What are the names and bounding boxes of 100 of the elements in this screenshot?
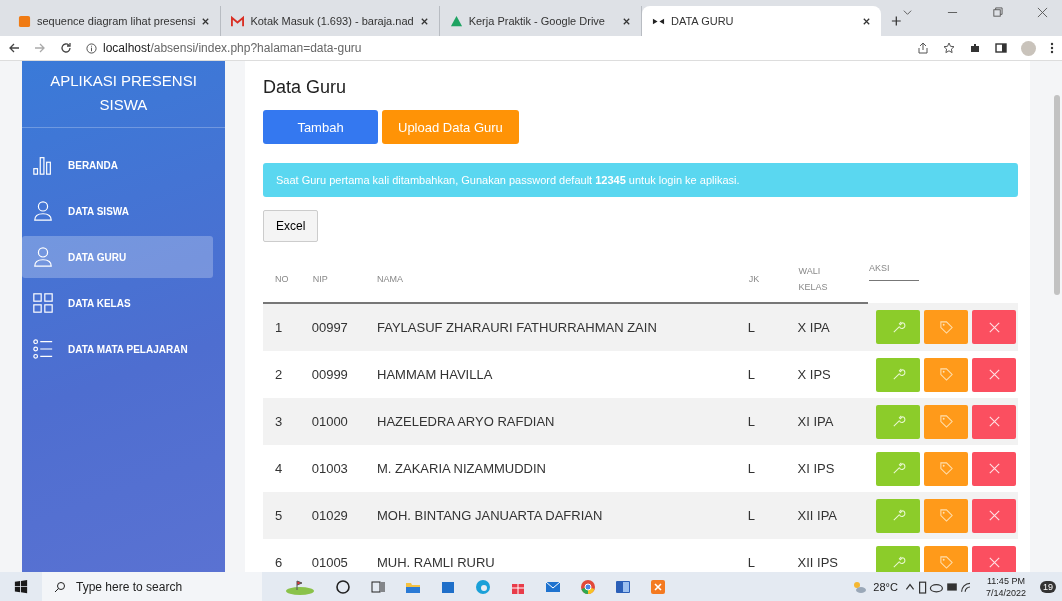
golf-drawing[interactable] <box>284 578 316 595</box>
tag-button[interactable] <box>924 404 969 439</box>
edit-button[interactable] <box>876 451 921 486</box>
back-arrow-icon[interactable] <box>8 42 20 54</box>
edit-button[interactable] <box>876 310 921 344</box>
edit-button[interactable] <box>876 404 921 439</box>
puzzle-icon[interactable] <box>969 42 981 54</box>
sidebar-item[interactable]: DATA SISWA <box>22 190 213 232</box>
edge-icon[interactable] <box>475 578 491 595</box>
info-alert: Saat Guru pertama kali ditambahkan, Gunakan password default 12345 untuk login ke aplikasi. <box>263 163 1018 197</box>
forward-arrow-icon[interactable] <box>34 42 46 54</box>
table-cell: L <box>747 367 755 382</box>
table-cell: MOH. BINTANG JANUARTA DAFRIAN <box>377 508 603 523</box>
delete-button[interactable] <box>972 545 1017 572</box>
search-icon <box>54 580 66 593</box>
tag-icon <box>938 319 954 335</box>
app-icon <box>18 14 31 28</box>
bar-chart-icon <box>32 154 54 176</box>
tag-icon <box>938 367 954 382</box>
excel-button[interactable]: Excel <box>263 210 319 242</box>
delete-button[interactable] <box>972 404 1017 439</box>
edit-button[interactable] <box>876 357 921 392</box>
browser-tab[interactable]: DATA GURU <box>642 6 882 36</box>
app-title: APLIKASI PRESENSI SISWA <box>22 61 225 128</box>
table-cell: HAMMAM HAVILLA <box>377 367 493 382</box>
menu-icon[interactable] <box>1050 42 1054 54</box>
table-cell: L <box>747 414 755 429</box>
star-icon[interactable] <box>943 42 955 54</box>
column-header: WALI KELAS <box>798 265 829 294</box>
table-cell: MUH. RAMLI RURU <box>377 555 495 570</box>
sidebar-item[interactable]: BERANDA <box>22 144 213 186</box>
grid-icon <box>32 292 54 314</box>
table-cell: 5 <box>275 508 283 523</box>
table-cell: L <box>747 320 755 335</box>
task-view-icon[interactable] <box>370 578 386 595</box>
share-icon[interactable] <box>917 42 929 54</box>
triangle-icon <box>449 14 463 28</box>
table-cell: XI IPS <box>797 461 835 476</box>
user-icon <box>32 246 54 268</box>
reload-icon[interactable] <box>60 42 72 54</box>
table-cell: L <box>747 508 755 523</box>
word-icon[interactable] <box>615 578 631 595</box>
windows-logo-icon[interactable] <box>14 579 28 594</box>
scrollbar-thumb[interactable] <box>1054 95 1060 295</box>
sidebar-icon[interactable] <box>995 42 1007 54</box>
column-header: AKSI <box>869 260 920 281</box>
close-icon[interactable] <box>622 16 631 26</box>
tag-icon <box>938 508 954 523</box>
sidebar-item[interactable]: DATA MATA PELAJARAN <box>22 328 213 370</box>
table-cell: L <box>747 555 755 570</box>
table-cell: 4 <box>275 461 283 476</box>
chrome-icon[interactable] <box>580 578 596 595</box>
address-field[interactable]: localhost/absensi/index.php?halaman=data-guru <box>86 38 903 58</box>
search-field[interactable]: Type here to search <box>42 572 262 601</box>
column-header: NIP <box>312 274 328 284</box>
new-tab-icon[interactable] <box>891 15 902 27</box>
delete-button[interactable] <box>972 357 1017 392</box>
delete-button[interactable] <box>972 498 1017 533</box>
close-icon[interactable] <box>201 16 211 26</box>
table-cell: HAZELEDRA ARYO RAFDIAN <box>377 414 555 429</box>
table-cell: 2 <box>275 367 283 382</box>
tab-title: DATA GURU <box>671 15 735 27</box>
info-icon <box>86 42 97 54</box>
delete-button[interactable] <box>972 451 1017 486</box>
avatar-icon[interactable] <box>1021 40 1036 56</box>
table-cell: 01005 <box>311 555 348 570</box>
column-header: NO <box>275 274 289 284</box>
edit-button[interactable] <box>876 498 921 533</box>
tab-title: Kotak Masuk (1.693) - baraja.nad <box>250 15 414 27</box>
user-icon <box>32 200 54 222</box>
tag-button[interactable] <box>924 310 969 344</box>
table-cell: 00997 <box>311 320 348 335</box>
sidebar-item[interactable]: DATA KELAS <box>22 282 213 324</box>
close-icon[interactable] <box>862 16 872 26</box>
tag-button[interactable] <box>924 498 969 533</box>
table-cell: 01029 <box>311 508 348 523</box>
table-cell: 01003 <box>311 461 348 476</box>
table-cell: FAYLASUF ZHARAURI FATHURRAHMAN ZAIN <box>377 320 657 335</box>
column-header: NAMA <box>377 274 403 284</box>
xampp-icon[interactable] <box>650 578 666 595</box>
restore-icon[interactable] <box>992 6 1003 18</box>
tag-button[interactable] <box>924 545 969 572</box>
clock[interactable]: 11:45 PM 7/14/2022 <box>985 574 1026 599</box>
table-cell: 3 <box>275 414 283 429</box>
table-cell: X IPA <box>797 320 830 335</box>
tag-button[interactable] <box>924 451 969 486</box>
table-cell: XII IPS <box>797 555 838 570</box>
edit-button[interactable] <box>876 545 921 572</box>
page-title: Data Guru <box>263 77 348 98</box>
cortana-icon[interactable] <box>335 578 351 595</box>
delete-button[interactable] <box>972 310 1017 344</box>
tag-button[interactable] <box>924 357 969 392</box>
table-cell: 00999 <box>311 367 348 382</box>
table-cell: L <box>747 461 755 476</box>
tag-icon <box>938 414 954 429</box>
close-icon[interactable] <box>419 16 429 26</box>
column-header: JK <box>748 274 760 284</box>
notification-button[interactable]: 19 <box>1040 580 1056 593</box>
add-button[interactable]: Tambah <box>263 110 378 144</box>
tag-icon <box>938 555 954 570</box>
